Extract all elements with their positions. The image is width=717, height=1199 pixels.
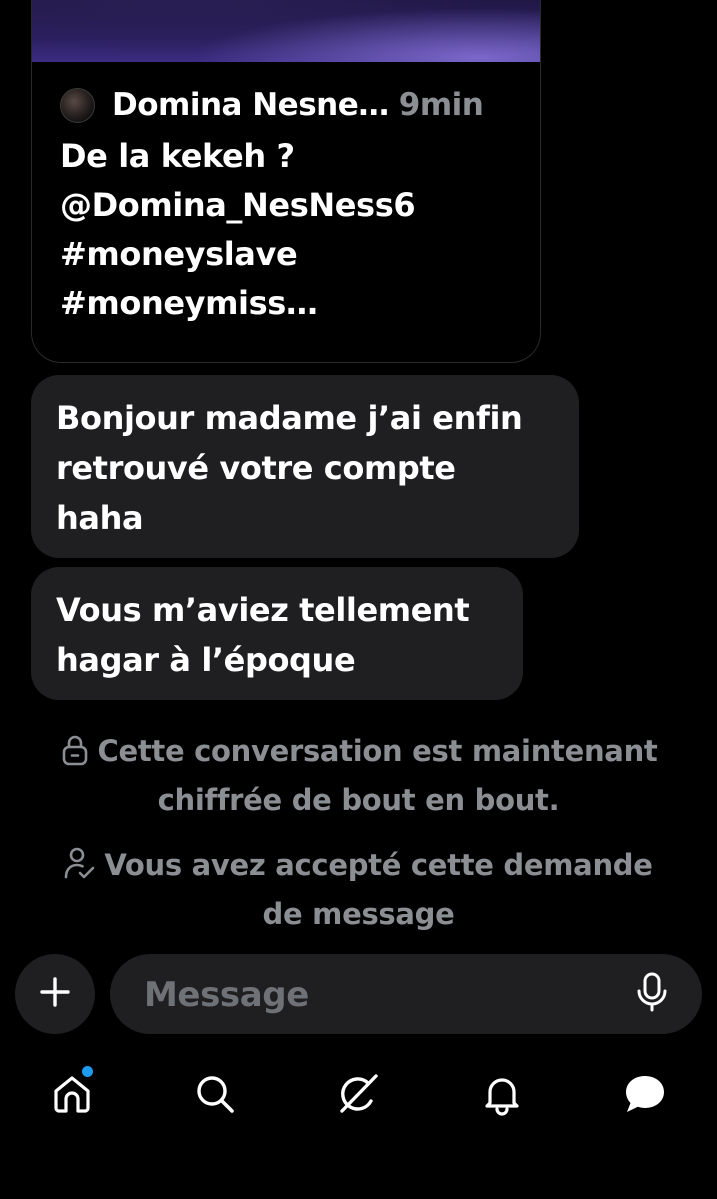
avatar[interactable] [60, 87, 95, 123]
message-text: Vous m’aviez tellement hagar à l’époque [56, 585, 497, 685]
tweet-mention-link[interactable]: @Domina_NesNess6 [60, 181, 530, 230]
tweet-media-image[interactable] [32, 0, 540, 62]
message-text-line: Vous m’aviez tellement [56, 591, 470, 629]
tweet-hashtag-link[interactable]: #moneymiss… [60, 279, 530, 328]
nav-home[interactable] [44, 1068, 100, 1124]
message-bubble[interactable]: Vous m’aviez tellement hagar à l’époque [31, 567, 523, 700]
microphone-icon [635, 971, 669, 1017]
message-bubble[interactable]: Bonjour madame j’ai enfin retrouvé votre… [31, 375, 579, 558]
bell-icon [480, 1072, 524, 1120]
request-accepted-notice: Vous avez accepté cette demande de messa… [0, 843, 717, 936]
nav-grok[interactable] [330, 1068, 386, 1124]
message-text-line: Bonjour madame j’ai enfin [56, 399, 523, 437]
add-attachment-button[interactable] [15, 954, 95, 1034]
tweet-text: De la kekeh ? @Domina_NesNess6 #moneysla… [60, 132, 530, 328]
message-input[interactable] [142, 954, 626, 1036]
message-bubble-icon [622, 1072, 668, 1120]
request-accepted-line: de message [262, 897, 455, 931]
nav-search[interactable] [187, 1068, 243, 1124]
lock-icon [60, 734, 90, 778]
tweet-timestamp: 9min [398, 87, 484, 123]
request-accepted-line: Vous avez accepté cette demande [104, 848, 653, 882]
nav-messages[interactable] [617, 1068, 673, 1124]
encryption-notice: Cette conversation est maintenant chiffr… [0, 729, 717, 822]
search-icon [193, 1072, 237, 1120]
nav-notifications[interactable] [474, 1068, 530, 1124]
message-composer [110, 954, 702, 1036]
person-check-icon [64, 846, 96, 892]
message-text-line: hagar à l’époque [56, 641, 356, 679]
bottom-navigation-bar [0, 1050, 717, 1140]
message-text: Bonjour madame j’ai enfin retrouvé votre… [56, 393, 553, 543]
tweet-text-line: De la kekeh ? [60, 137, 295, 175]
encryption-notice-line: Cette conversation est maintenant [97, 734, 658, 768]
message-text-line: haha [56, 499, 144, 537]
tweet-author-name: Domina Nesne… [112, 87, 389, 123]
home-icon [50, 1072, 94, 1120]
voice-message-button[interactable] [632, 972, 672, 1016]
encryption-notice-line: chiffrée de bout en bout. [157, 783, 560, 817]
home-notification-dot [82, 1066, 93, 1077]
grok-icon [335, 1071, 381, 1121]
shared-tweet-card[interactable]: Domina Nesne… 9min De la kekeh ? @Domina… [31, 0, 541, 363]
message-text-line: retrouvé votre compte [56, 449, 456, 487]
tweet-hashtag-link[interactable]: #moneyslave [60, 230, 530, 279]
plus-icon [38, 975, 72, 1013]
tweet-author-row: Domina Nesne… 9min [60, 85, 540, 125]
